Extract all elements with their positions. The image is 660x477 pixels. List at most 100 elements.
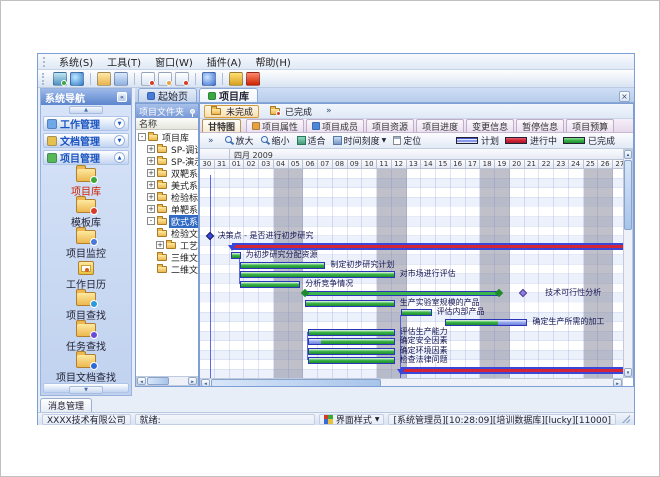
close-tab-button[interactable]: × [619,91,630,102]
gantt-task-bar[interactable] [240,262,326,269]
menu-item-system[interactable]: 系统(S) [52,53,100,70]
scroll-down-button[interactable]: ▾ [624,368,632,377]
tree-item-process-files[interactable]: +工艺文件 [156,239,199,251]
tree-expander-icon[interactable]: + [147,205,155,213]
scroll-up-button[interactable]: ▴ [624,150,632,159]
gantt-task-bar[interactable] [445,319,528,326]
report-delete-icon[interactable] [175,72,189,86]
gantt-tab-project-budget[interactable]: 项目预算 [566,119,614,132]
gantt-tab-gantt-chart[interactable]: 甘特图 [202,119,241,132]
tree-item-double-target-series[interactable]: +双靶系列 [147,167,199,179]
tree-item-3d-files[interactable]: 三维文件 [156,251,199,263]
layout-window-icon[interactable] [114,72,128,86]
tree-expander-icon[interactable]: + [147,169,155,177]
more-filters-button[interactable]: » [322,106,336,116]
tree-item-project-library-root[interactable]: -项目库 [138,131,191,143]
gantt-task-bar[interactable] [308,338,395,345]
tree-expander-icon[interactable]: + [147,193,155,201]
sidebar-group-work-management[interactable]: 工作管理▼ [43,116,129,131]
scrollbar-thumb[interactable] [624,160,632,230]
zoom-in-button[interactable]: 放大 [225,134,254,147]
gantt-task-bar[interactable] [308,357,395,364]
tree-expander-icon[interactable]: + [147,145,155,153]
sidebar-group-project-management[interactable]: 项目管理▲ [43,150,129,165]
chevron-down-icon[interactable]: ▼ [114,118,125,129]
tree-item-inspection-files[interactable]: 检验文件 [156,227,199,239]
sidebar-collapse-icon[interactable]: « [117,92,127,102]
gantt-task-bar[interactable] [240,281,300,288]
gantt-summary-bar-done[interactable] [305,291,500,296]
tree-hscrollbar[interactable]: ◂▸ [136,376,198,386]
folder-window-icon[interactable] [97,72,111,86]
scroll-right-button[interactable]: ▸ [188,377,197,385]
toolbar-overflow-button[interactable]: » [204,136,218,146]
menu-item-window[interactable]: 窗口(W) [148,53,200,70]
tree-item-sp-debug-series[interactable]: +SP-调试机系 [147,143,199,155]
tree-expander-icon[interactable]: + [156,241,164,249]
gantt-tab-pause-info[interactable]: 暂停信息 [516,119,564,132]
tree-expander-icon[interactable]: - [147,217,155,225]
gantt-tab-project-progress[interactable]: 项目进度 [416,119,464,132]
sidebar-item-project-search[interactable]: 项目查找 [41,290,131,321]
lock-icon[interactable] [229,72,243,86]
tree-expander-icon[interactable]: - [138,133,146,141]
menu-item-plugins[interactable]: 插件(A) [200,53,249,70]
tab-project-library[interactable]: 项目库 [199,88,258,102]
gantt-task-bar[interactable] [401,309,432,316]
sidebar-group-document-management[interactable]: 文档管理▼ [43,133,129,148]
help-icon[interactable] [202,72,216,86]
chevron-up-icon[interactable]: ▲ [114,152,125,163]
gantt-task-bar[interactable] [231,252,241,259]
scrollbar-thumb[interactable] [211,379,381,387]
filter-incomplete-button[interactable]: 未完成 [204,105,259,118]
locate-button[interactable]: 定位 [393,134,421,147]
gantt-tab-project-properties[interactable]: 项目属性 [246,119,304,132]
scrollbar-thumb[interactable] [147,377,169,385]
message-management-tab[interactable]: 消息管理 [40,398,92,412]
tree-expander-icon[interactable]: + [147,181,155,189]
menu-item-tools[interactable]: 工具(T) [100,53,148,70]
sidebar-item-project-document-search[interactable]: 项目文档查找 [41,352,131,383]
sidebar-item-task-search[interactable]: 任务查找 [41,321,131,352]
sidebar-scroll-up-button[interactable]: ▲ [69,106,103,114]
tree-expander-icon[interactable]: + [147,157,155,165]
interface-style-button[interactable]: 界面样式▼ [319,414,385,425]
tree-item-2d-files[interactable]: 二维文件 [156,263,199,275]
filter-complete-button[interactable]: 已完成 [263,105,318,118]
gantt-tab-change-info[interactable]: 变更信息 [466,119,514,132]
tree-item-single-target-series[interactable]: +单靶系列 [147,203,199,215]
tree-item-european-series[interactable]: -欧式系列 [147,215,199,227]
menu-item-help[interactable]: 帮助(H) [248,53,297,70]
chevron-down-icon[interactable]: ▼ [114,135,125,146]
exit-icon[interactable] [246,72,260,86]
pin-icon[interactable] [190,109,195,114]
sidebar-item-work-calendar[interactable]: 工作日历 [41,259,131,290]
gantt-task-bar[interactable] [240,271,395,278]
gantt-summary-bar-active[interactable] [401,367,623,374]
report-new-icon[interactable] [141,72,155,86]
scroll-right-button[interactable]: ▸ [613,379,622,387]
scroll-left-button[interactable]: ◂ [201,379,210,387]
sidebar-item-project-monitor[interactable]: 项目监控 [41,228,131,259]
gantt-hscrollbar[interactable]: ◂▸ [200,378,623,387]
time-scale-dropdown[interactable]: 时间刻度▼ [333,134,387,147]
tree-item-inspection-standard[interactable]: +检验标准 [147,191,199,203]
gantt-tab-project-resources[interactable]: 项目资源 [366,119,414,132]
tree-item-american-series[interactable]: +美式系列 [147,179,199,191]
scroll-left-button[interactable]: ◂ [137,377,146,385]
sidebar-scroll-down-button[interactable]: ▼ [69,386,103,394]
gantt-task-bar[interactable] [308,329,395,336]
gantt-task-bar[interactable] [305,300,395,307]
fit-button[interactable]: 适合 [297,134,326,147]
computer-icon[interactable] [53,72,67,86]
globe-icon[interactable] [70,72,84,86]
gantt-summary-bar-active[interactable] [232,243,623,250]
sidebar-item-template-library[interactable]: 模板库 [41,197,131,228]
sidebar-item-project-library[interactable]: 项目库 [41,166,131,197]
tree-item-sp-demo-series[interactable]: +SP-演示机系 [147,155,199,167]
report-edit-icon[interactable] [158,72,172,86]
tab-start-page[interactable]: 起始页 [138,88,197,102]
resize-grip[interactable] [622,415,630,423]
zoom-out-button[interactable]: 缩小 [261,134,290,147]
gantt-vscrollbar[interactable]: ▴▾ [623,149,633,378]
